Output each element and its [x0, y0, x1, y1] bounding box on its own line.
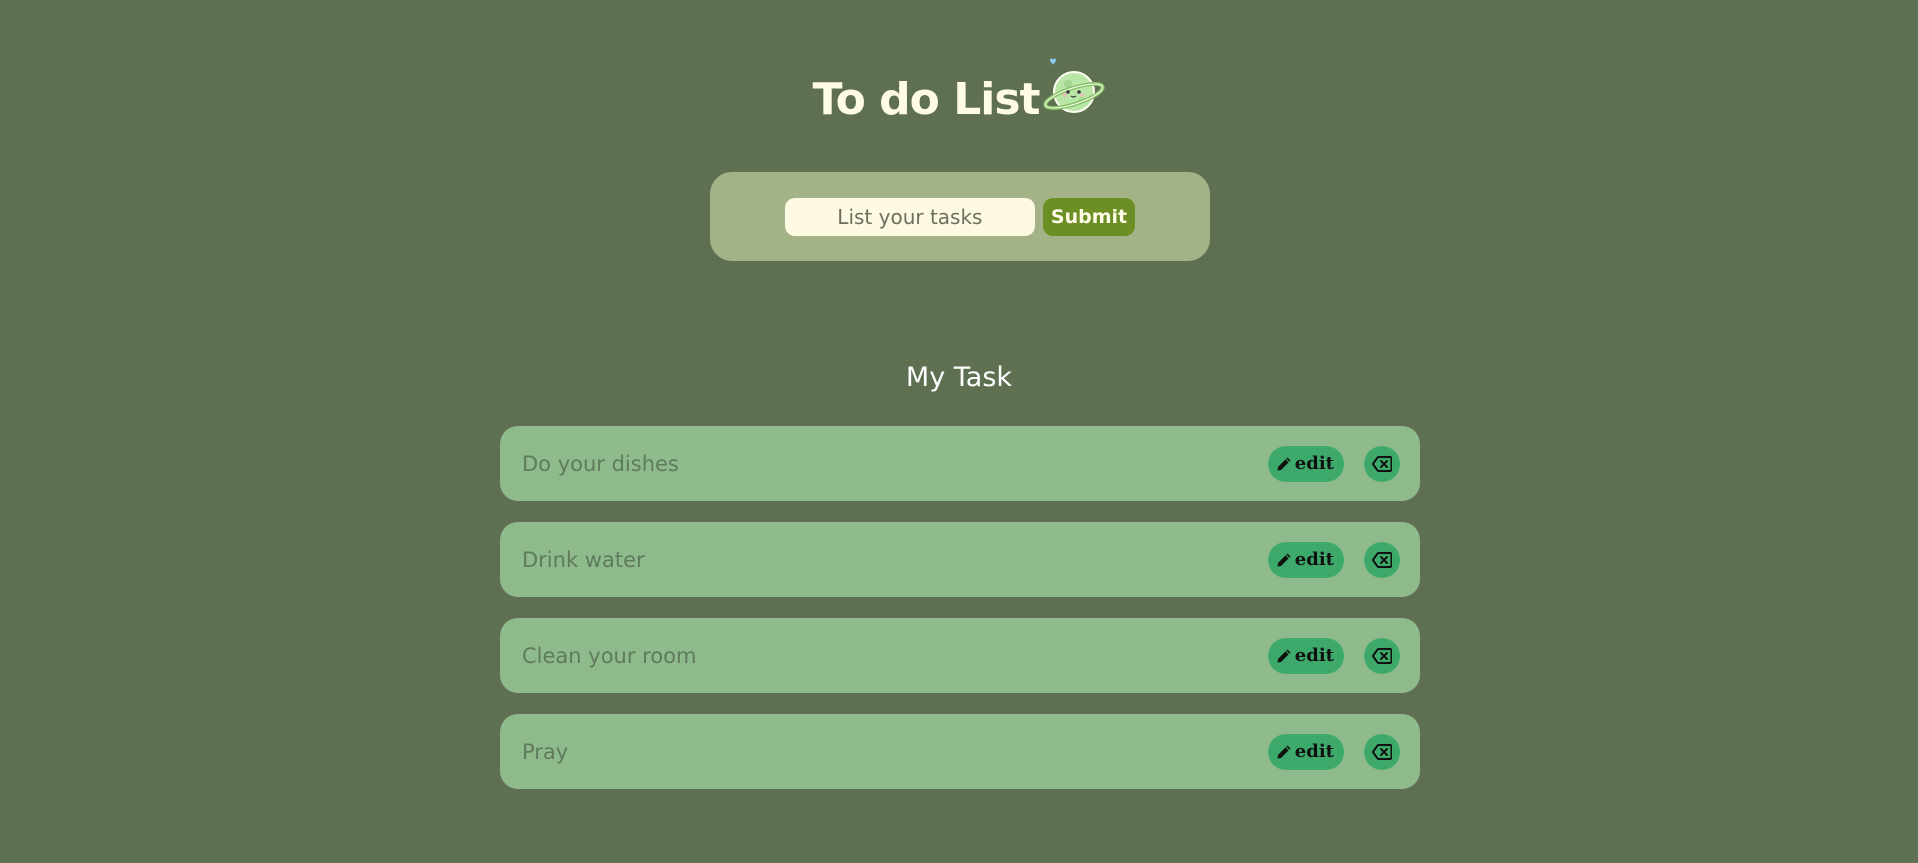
backspace-x-icon	[1372, 647, 1392, 664]
pencil-icon	[1276, 744, 1292, 760]
backspace-x-icon	[1372, 551, 1392, 568]
tasks-section-title: My Task	[905, 362, 1013, 393]
submit-button[interactable]: Submit	[1042, 197, 1136, 236]
pencil-icon	[1276, 456, 1292, 472]
edit-label: edit	[1294, 645, 1334, 666]
pencil-icon	[1276, 648, 1292, 664]
edit-label: edit	[1294, 741, 1334, 762]
task-text: Pray	[522, 739, 569, 764]
pencil-icon	[1276, 552, 1292, 568]
edit-task-button[interactable]: edit	[1267, 733, 1344, 770]
task-item: Clean your room edit	[500, 618, 1420, 693]
edit-task-button[interactable]: edit	[1267, 541, 1344, 578]
backspace-x-icon	[1372, 743, 1392, 760]
page-title: To do List	[812, 74, 1040, 125]
backspace-x-icon	[1372, 455, 1392, 472]
edit-task-button[interactable]: edit	[1267, 637, 1344, 674]
task-item: Do your dishes edit	[500, 426, 1420, 501]
planet-mascot-icon	[1042, 56, 1106, 120]
edit-task-button[interactable]: edit	[1267, 445, 1344, 482]
edit-label: edit	[1294, 453, 1334, 474]
delete-task-button[interactable]	[1364, 637, 1400, 674]
task-text: Do your dishes	[522, 451, 679, 476]
delete-task-button[interactable]	[1364, 733, 1400, 770]
task-input[interactable]	[784, 197, 1035, 236]
delete-task-button[interactable]	[1364, 445, 1400, 482]
task-list: Do your dishes edit Drink water edit Cle…	[500, 426, 1420, 789]
add-task-form: Submit	[710, 172, 1210, 261]
page-header: To do List	[0, 48, 1918, 130]
task-item: Pray edit	[500, 714, 1420, 789]
task-text: Clean your room	[522, 643, 697, 668]
task-text: Drink water	[522, 547, 645, 572]
edit-label: edit	[1294, 549, 1334, 570]
delete-task-button[interactable]	[1364, 541, 1400, 578]
task-item: Drink water edit	[500, 522, 1420, 597]
